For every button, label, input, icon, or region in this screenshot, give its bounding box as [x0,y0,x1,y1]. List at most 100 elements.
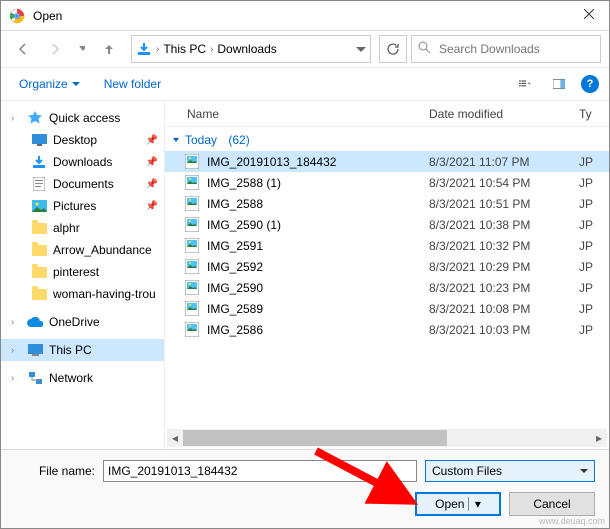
horizontal-scrollbar[interactable]: ◂ ▸ [167,429,607,447]
file-name: IMG_2589 [207,302,429,316]
folder-icon [31,264,47,280]
col-date[interactable]: Date modified [429,107,579,121]
window-title: Open [33,9,569,23]
organize-button[interactable]: Organize [11,73,88,95]
footer: File name: Custom Files Open ▾ Cancel [1,450,609,528]
pictures-icon [31,198,47,214]
refresh-button[interactable] [379,35,407,63]
file-date: 8/3/2021 10:08 PM [429,302,579,316]
address-bar[interactable]: › This PC › Downloads [131,35,371,63]
file-name: IMG_20191013_184432 [207,155,429,169]
filetype-select[interactable]: Custom Files [425,460,595,482]
file-date: 8/3/2021 10:23 PM [429,281,579,295]
tree-quick-access[interactable]: ›Quick access [1,107,164,129]
recent-button[interactable] [73,35,91,63]
open-button[interactable]: Open ▾ [415,492,501,516]
image-file-icon [185,322,201,338]
pin-icon: 📌 [146,201,158,212]
tree-folder-woman[interactable]: woman-having-trou [1,283,164,305]
file-row[interactable]: IMG_2588 (1)8/3/2021 10:54 PMJP [165,172,609,193]
chevron-right-icon: › [210,44,213,55]
tree-onedrive[interactable]: ›OneDrive [1,311,164,333]
up-button[interactable] [95,35,123,63]
file-row[interactable]: IMG_25928/3/2021 10:29 PMJP [165,256,609,277]
search-input[interactable] [437,41,596,57]
file-row[interactable]: IMG_2590 (1)8/3/2021 10:38 PMJP [165,214,609,235]
file-type: JP [579,197,609,211]
file-date: 8/3/2021 10:38 PM [429,218,579,232]
new-folder-button[interactable]: New folder [96,73,169,95]
file-name: IMG_2588 [207,197,429,211]
file-row[interactable]: IMG_25888/3/2021 10:51 PMJP [165,193,609,214]
desktop-icon [31,132,47,148]
onedrive-icon [27,314,43,330]
tree-desktop[interactable]: Desktop📌 [1,129,164,151]
file-type: JP [579,218,609,232]
file-row[interactable]: IMG_25898/3/2021 10:08 PMJP [165,298,609,319]
preview-pane-button[interactable] [547,73,571,95]
filename-label: File name: [15,464,95,478]
file-pane: Name Date modified Ty Today (62) IMG_201… [165,101,609,449]
file-date: 8/3/2021 11:07 PM [429,155,579,169]
image-file-icon [185,280,201,296]
file-row[interactable]: IMG_20191013_1844328/3/2021 11:07 PMJP [165,151,609,172]
file-name: IMG_2591 [207,239,429,253]
col-name[interactable]: Name [165,107,429,121]
pin-icon: 📌 [146,135,158,146]
image-file-icon [185,196,201,212]
image-file-icon [185,259,201,275]
thispc-icon [27,342,43,358]
cancel-button[interactable]: Cancel [509,492,595,516]
forward-button[interactable] [41,35,69,63]
nav-bar: › This PC › Downloads [1,31,609,67]
tree-folder-arrow[interactable]: Arrow_Abundance [1,239,164,261]
documents-icon [31,176,47,192]
address-dropdown-icon[interactable] [356,42,366,56]
tree-pictures[interactable]: Pictures📌 [1,195,164,217]
file-date: 8/3/2021 10:51 PM [429,197,579,211]
file-type: JP [579,302,609,316]
group-header[interactable]: Today (62) [165,127,609,151]
tree-thispc[interactable]: ›This PC [1,339,164,361]
breadcrumb-downloads[interactable]: Downloads [217,42,276,56]
file-date: 8/3/2021 10:03 PM [429,323,579,337]
file-name: IMG_2588 (1) [207,176,429,190]
chevron-right-icon: › [156,44,159,55]
tree-documents[interactable]: Documents📌 [1,173,164,195]
column-headers[interactable]: Name Date modified Ty [165,101,609,127]
tree-folder-pinterest[interactable]: pinterest [1,261,164,283]
pin-icon: 📌 [146,179,158,190]
file-date: 8/3/2021 10:54 PM [429,176,579,190]
breadcrumb-thispc[interactable]: This PC [163,42,206,56]
watermark: www.deuaq.com [539,516,605,526]
file-name: IMG_2592 [207,260,429,274]
titlebar: Open [1,1,609,31]
app-icon [9,8,25,24]
col-type[interactable]: Ty [579,107,609,121]
file-name: IMG_2590 [207,281,429,295]
file-type: JP [579,176,609,190]
tree-network[interactable]: ›Network [1,367,164,389]
toolbar: Organize New folder ? [1,67,609,101]
file-row[interactable]: IMG_25918/3/2021 10:32 PMJP [165,235,609,256]
file-name: IMG_2590 (1) [207,218,429,232]
tree-folder-alphr[interactable]: alphr [1,217,164,239]
close-button[interactable] [569,0,609,28]
view-button[interactable] [513,73,537,95]
tree-downloads[interactable]: Downloads📌 [1,151,164,173]
folder-icon [31,220,47,236]
file-type: JP [579,281,609,295]
file-type: JP [579,323,609,337]
pin-icon: 📌 [146,157,158,168]
nav-tree: ›Quick access Desktop📌 Downloads📌 Docume… [1,101,165,449]
image-file-icon [185,154,201,170]
file-row[interactable]: IMG_25868/3/2021 10:03 PMJP [165,319,609,340]
image-file-icon [185,217,201,233]
back-button[interactable] [9,35,37,63]
search-box[interactable] [411,35,601,63]
downloads-icon [31,154,47,170]
file-type: JP [579,239,609,253]
help-button[interactable]: ? [581,75,599,93]
file-row[interactable]: IMG_25908/3/2021 10:23 PMJP [165,277,609,298]
filename-input[interactable] [103,460,417,482]
